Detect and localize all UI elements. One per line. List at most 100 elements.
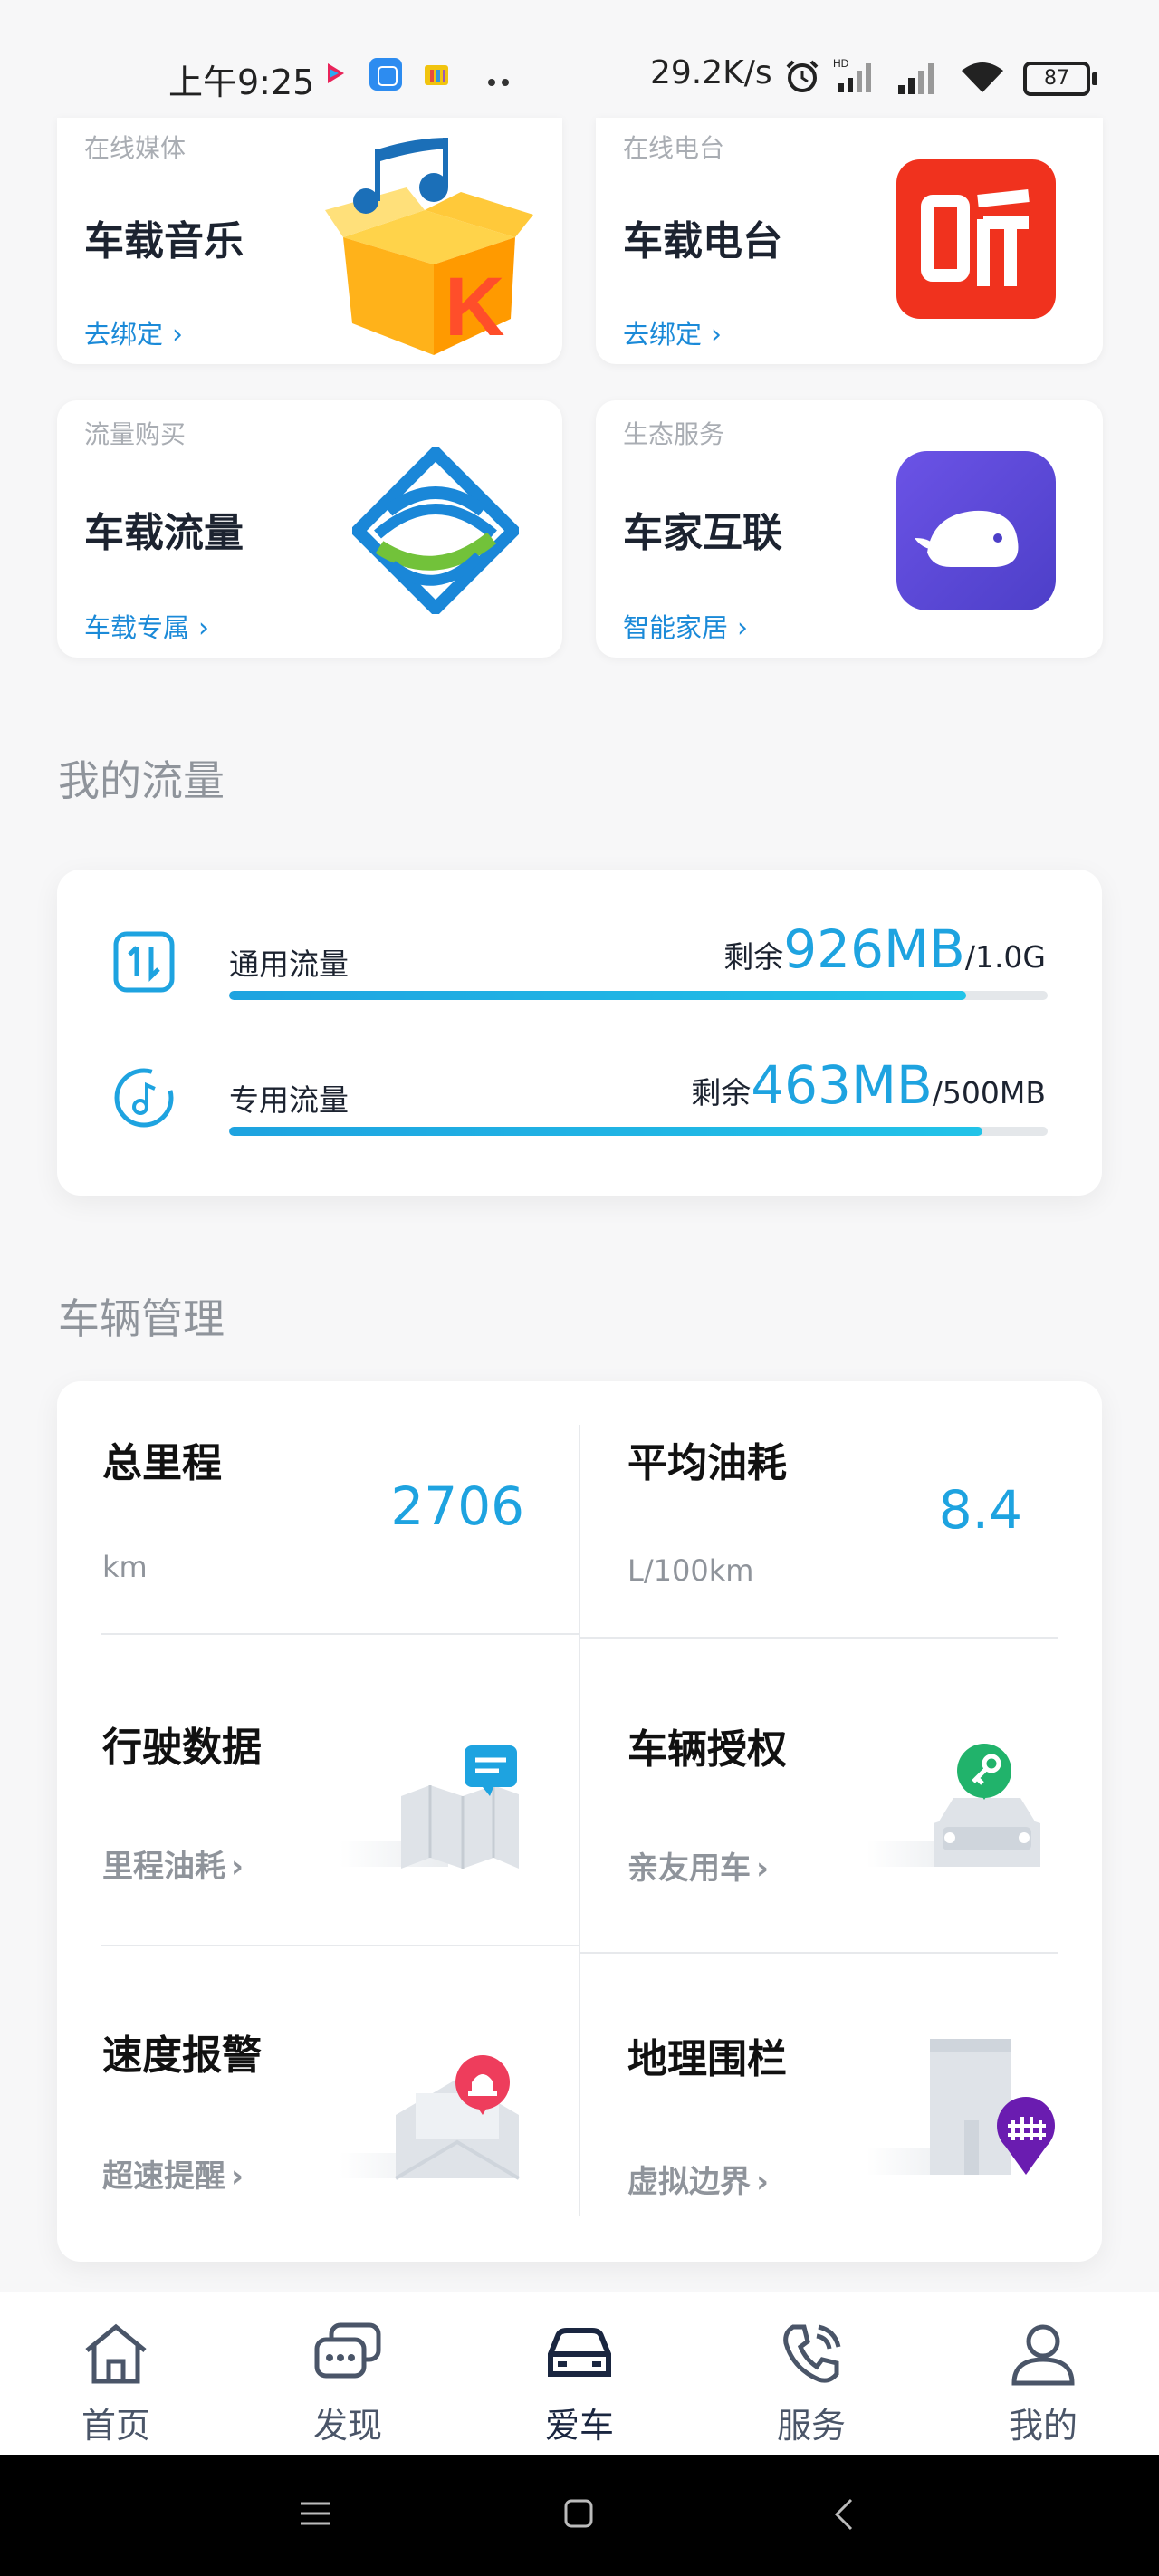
chevron-right-icon: › (231, 1849, 244, 1885)
service-link-label: 去绑定 (623, 319, 703, 350)
car-icon (548, 2328, 611, 2377)
service-link-label: 去绑定 (84, 319, 164, 350)
menu-icon[interactable] (299, 2500, 331, 2527)
status-bar: 上午9:25 29.2K/s HD 87 (0, 0, 1159, 118)
tile-link[interactable]: 虚拟边界 › (627, 2157, 769, 2201)
chat-bubbles-icon (314, 2322, 381, 2379)
svg-text:HD: HD (833, 57, 849, 70)
chevron-right-icon: › (198, 612, 210, 644)
bottom-navigation: 首页 发现 爱车 服务 我的 (0, 2292, 1159, 2456)
flow-total: /500MB (932, 1075, 1046, 1110)
youku-notification-icon (322, 60, 350, 87)
vehicle-authorization-tile[interactable]: 车辆授权 亲友用车 › (580, 1639, 1102, 1952)
service-card-music[interactable]: 在线媒体 车载音乐 去绑定 › K (57, 118, 562, 364)
tile-title: 行驶数据 (102, 1725, 262, 1771)
remain-value: 463MB (751, 1054, 933, 1116)
user-icon (1011, 2324, 1075, 2386)
vehicle-management-card: 总里程 2706 km 平均油耗 8.4 L/100km 行驶数据 里程油耗 › … (57, 1381, 1102, 2262)
tile-link-label: 超速提醒 (102, 2158, 225, 2195)
nav-mine[interactable]: 我的 (927, 2292, 1159, 2456)
flow-label: 专用流量 (229, 1082, 349, 1118)
calendar-notification-icon (422, 60, 451, 89)
tile-title: 地理围栏 (627, 2036, 787, 2082)
service-title: 车载流量 (84, 510, 244, 556)
data-transfer-icon (113, 931, 175, 993)
music-note-circle-icon (113, 1067, 175, 1129)
china-mobile-logo-icon (349, 444, 522, 618)
speed-alarm-tile[interactable]: 速度报警 超速提醒 › (57, 1946, 579, 2262)
nav-home[interactable]: 首页 (0, 2292, 232, 2456)
tile-link[interactable]: 超速提醒 › (102, 2151, 244, 2196)
service-title: 车载音乐 (84, 218, 244, 264)
alarm-icon (784, 58, 820, 94)
kuwo-music-box-icon: K (325, 138, 533, 355)
chevron-right-icon: › (737, 612, 749, 644)
tile-title: 总里程 (102, 1440, 222, 1486)
tile-link[interactable]: 亲友用车 › (627, 1843, 769, 1888)
service-title: 车载电台 (623, 218, 782, 264)
app-notification-icon (369, 58, 402, 91)
svg-text:K: K (445, 261, 504, 353)
nav-service[interactable]: 服务 (695, 2292, 927, 2456)
remain-prefix: 剩余 (691, 1075, 752, 1110)
driving-data-tile[interactable]: 行驶数据 里程油耗 › (57, 1635, 579, 1945)
system-navigation-bar (0, 2455, 1159, 2576)
fuel-unit: L/100km (627, 1553, 754, 1588)
back-icon[interactable] (833, 2498, 855, 2531)
map-chat-icon (340, 1742, 539, 1878)
phone-icon (783, 2324, 841, 2383)
nav-label: 首页 (81, 2406, 150, 2446)
service-link-label: 智能家居 (623, 612, 729, 643)
general-flow-row: 通用流量 剩余926MB/1.0G (57, 913, 1102, 1040)
more-notifications-icon (487, 72, 514, 86)
service-card-flow[interactable]: 流量购买 车载流量 车载专属 › (57, 400, 562, 658)
service-category: 流量购买 (84, 419, 187, 449)
signal-hd-icon: HD (833, 56, 884, 94)
tile-link-label: 里程油耗 (102, 1849, 225, 1885)
flow-remaining: 剩余463MB/500MB (691, 1054, 1046, 1116)
geofence-tile[interactable]: 地理围栏 虚拟边界 › (580, 1954, 1102, 2262)
tile-link[interactable]: 里程油耗 › (102, 1841, 244, 1886)
ting-radio-icon (896, 159, 1056, 319)
nav-my-car[interactable]: 爱车 (464, 2292, 695, 2456)
nav-label: 爱车 (544, 2406, 614, 2446)
vehicle-management-title: 车辆管理 (58, 1294, 225, 1343)
flow-progress-bar (229, 1127, 1048, 1136)
service-card-home[interactable]: 生态服务 车家互联 智能家居 › (596, 400, 1103, 658)
car-key-icon (867, 1740, 1066, 1878)
nav-label: 我的 (1008, 2406, 1078, 2446)
wifi-icon (958, 58, 1007, 96)
network-speed: 29.2K/s (650, 54, 772, 91)
nav-label: 服务 (776, 2406, 846, 2446)
flow-link[interactable]: 车载专属 › (84, 607, 209, 645)
bind-link[interactable]: 去绑定 › (623, 313, 722, 351)
average-fuel-tile[interactable]: 平均油耗 8.4 L/100km (580, 1381, 1102, 1637)
my-flow-card[interactable]: 通用流量 剩余926MB/1.0G 专用流量 剩余463MB/500MB (57, 870, 1102, 1196)
mileage-value: 2706 (390, 1475, 524, 1537)
remain-value: 926MB (783, 918, 965, 980)
tile-title: 平均油耗 (627, 1440, 787, 1486)
whale-app-icon (896, 451, 1056, 610)
battery-indicator: 87 (1023, 62, 1097, 96)
chevron-right-icon: › (172, 319, 184, 351)
tile-link-label: 亲友用车 (627, 1850, 751, 1887)
remain-prefix: 剩余 (723, 939, 784, 975)
mileage-unit: km (102, 1550, 148, 1584)
smart-home-link[interactable]: 智能家居 › (623, 607, 748, 645)
alarm-envelope-icon (340, 2052, 539, 2187)
nav-discover[interactable]: 发现 (232, 2292, 464, 2456)
nav-label: 发现 (312, 2406, 382, 2446)
service-link-label: 车载专属 (84, 612, 190, 643)
tile-title: 速度报警 (102, 2033, 262, 2079)
chevron-right-icon: › (711, 319, 723, 351)
bind-link[interactable]: 去绑定 › (84, 313, 183, 351)
flow-remaining: 剩余926MB/1.0G (723, 918, 1046, 980)
service-category: 在线媒体 (84, 133, 187, 163)
service-title: 车家互联 (623, 510, 782, 556)
service-card-radio[interactable]: 在线电台 车载电台 去绑定 › (596, 118, 1103, 364)
total-mileage-tile[interactable]: 总里程 2706 km (57, 1381, 579, 1633)
service-category: 生态服务 (623, 419, 725, 449)
home-button-icon[interactable] (563, 2498, 594, 2529)
chevron-right-icon: › (756, 2164, 770, 2200)
flow-total: /1.0G (964, 939, 1046, 975)
